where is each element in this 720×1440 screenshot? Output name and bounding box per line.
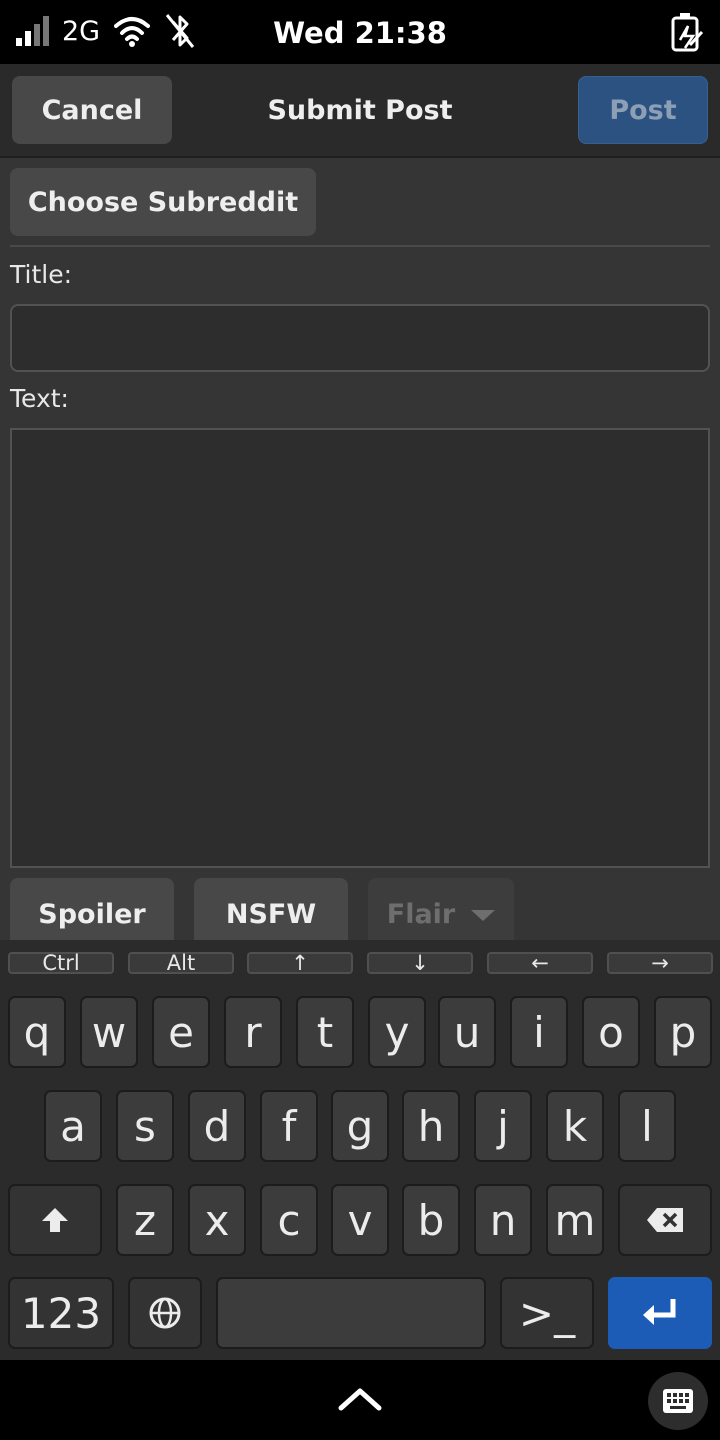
header-bar: Cancel Submit Post Post — [0, 64, 720, 158]
title-input[interactable] — [10, 304, 710, 372]
on-screen-keyboard: Ctrl Alt ↑ ↓ ← → q w e r t y u i o p a s… — [0, 940, 720, 1360]
key-ctrl[interactable]: Ctrl — [8, 952, 114, 974]
backspace-icon — [647, 1208, 683, 1232]
key-o[interactable]: o — [582, 996, 640, 1068]
key-c[interactable]: c — [260, 1184, 318, 1256]
submit-post-window: Cancel Submit Post Post Choose Subreddit… — [0, 64, 720, 940]
dropdown-arrow-icon — [471, 909, 496, 921]
battery-charging-icon — [671, 13, 704, 52]
key-g[interactable]: g — [331, 1090, 389, 1162]
wifi-icon — [114, 17, 150, 47]
key-l[interactable]: l — [618, 1090, 676, 1162]
key-k[interactable]: k — [546, 1090, 604, 1162]
post-button[interactable]: Post — [578, 76, 708, 144]
signal-icon — [16, 16, 49, 46]
text-label: Text: — [10, 384, 69, 413]
spoiler-toggle[interactable]: Spoiler — [10, 878, 174, 940]
text-area[interactable] — [10, 428, 710, 868]
title-label: Title: — [10, 260, 72, 289]
clock: Wed 21:38 — [273, 16, 447, 50]
shift-icon — [42, 1208, 68, 1232]
key-h[interactable]: h — [402, 1090, 460, 1162]
key-i[interactable]: i — [510, 996, 568, 1068]
key-m[interactable]: m — [546, 1184, 604, 1256]
key-z[interactable]: z — [116, 1184, 174, 1256]
key-t[interactable]: t — [296, 996, 354, 1068]
space-key[interactable] — [216, 1277, 486, 1349]
key-v[interactable]: v — [331, 1184, 389, 1256]
key-q[interactable]: q — [8, 996, 66, 1068]
bottom-navigation-bar — [0, 1360, 720, 1440]
key-a[interactable]: a — [44, 1090, 102, 1162]
page-title: Submit Post — [267, 94, 453, 126]
globe-icon — [149, 1297, 181, 1329]
language-key[interactable] — [128, 1277, 202, 1349]
key-r[interactable]: r — [224, 996, 282, 1068]
key-f[interactable]: f — [260, 1090, 318, 1162]
divider — [10, 245, 710, 247]
nsfw-toggle[interactable]: NSFW — [194, 878, 348, 940]
backspace-key[interactable] — [618, 1184, 712, 1256]
key-arrow-right[interactable]: → — [607, 952, 713, 974]
flair-dropdown[interactable]: Flair — [368, 878, 514, 940]
terminal-key[interactable]: >_ — [500, 1277, 594, 1349]
key-n[interactable]: n — [474, 1184, 532, 1256]
key-j[interactable]: j — [474, 1090, 532, 1162]
chevron-up-icon[interactable] — [338, 1384, 382, 1414]
enter-icon — [643, 1299, 676, 1325]
key-arrow-up[interactable]: ↑ — [247, 952, 353, 974]
cancel-button[interactable]: Cancel — [12, 76, 172, 144]
key-arrow-down[interactable]: ↓ — [367, 952, 473, 974]
key-w[interactable]: w — [80, 996, 138, 1068]
status-bar: 2G Wed 21:38 — [0, 0, 720, 64]
key-p[interactable]: p — [654, 996, 712, 1068]
key-b[interactable]: b — [402, 1184, 460, 1256]
key-x[interactable]: x — [188, 1184, 246, 1256]
key-d[interactable]: d — [188, 1090, 246, 1162]
bluetooth-disabled-icon — [165, 14, 195, 48]
key-s[interactable]: s — [116, 1090, 174, 1162]
key-arrow-left[interactable]: ← — [487, 952, 593, 974]
network-type: 2G — [62, 16, 101, 47]
key-alt[interactable]: Alt — [128, 952, 234, 974]
shift-key[interactable] — [8, 1184, 102, 1256]
flair-label: Flair — [386, 898, 456, 930]
numbers-key[interactable]: 123 — [8, 1277, 114, 1349]
key-e[interactable]: e — [152, 996, 210, 1068]
keyboard-icon — [663, 1389, 693, 1413]
choose-subreddit-button[interactable]: Choose Subreddit — [10, 168, 316, 236]
key-y[interactable]: y — [368, 996, 426, 1068]
enter-key[interactable] — [608, 1277, 712, 1349]
key-u[interactable]: u — [438, 996, 496, 1068]
keyboard-toggle-button[interactable] — [648, 1372, 708, 1430]
